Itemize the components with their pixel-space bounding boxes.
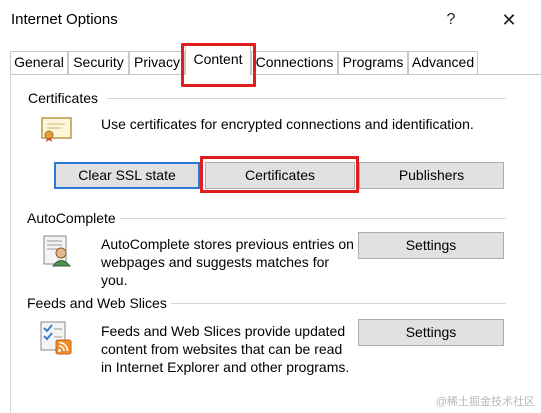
- tab-strip: General Security Privacy Content Connect…: [10, 45, 541, 75]
- autocomplete-group-label: AutoComplete: [27, 210, 120, 226]
- publishers-button[interactable]: Publishers: [359, 162, 504, 189]
- autocomplete-settings-button[interactable]: Settings: [358, 232, 504, 259]
- tab-connections[interactable]: Connections: [251, 51, 338, 74]
- close-button[interactable]: ✕: [495, 6, 523, 34]
- certificates-description: Use certificates for encrypted connectio…: [101, 116, 474, 132]
- feeds-group-label: Feeds and Web Slices: [27, 295, 171, 311]
- autocomplete-description: AutoComplete stores previous entries on …: [101, 235, 354, 289]
- feeds-settings-button[interactable]: Settings: [358, 319, 504, 346]
- window-title: Internet Options: [11, 11, 118, 28]
- feeds-description-line: content from websites that can be read: [101, 341, 343, 357]
- autocomplete-divider: [118, 218, 506, 219]
- autocomplete-icon: [43, 235, 73, 270]
- certificates-divider: [107, 98, 506, 99]
- tab-privacy[interactable]: Privacy: [129, 51, 185, 74]
- certificate-icon: [41, 115, 73, 146]
- help-button[interactable]: ?: [437, 6, 465, 34]
- clear-ssl-state-button[interactable]: Clear SSL state: [54, 162, 200, 189]
- feeds-description: Feeds and Web Slices provide updated con…: [101, 322, 349, 376]
- tab-general[interactable]: General: [10, 51, 68, 74]
- autocomplete-description-line: webpages and suggests matches for: [101, 254, 330, 270]
- feeds-divider: [163, 303, 506, 304]
- tab-programs[interactable]: Programs: [338, 51, 408, 74]
- autocomplete-description-line: you.: [101, 272, 128, 288]
- title-bar: Internet Options ? ✕: [0, 0, 541, 40]
- content-tab-highlight: [181, 43, 256, 87]
- autocomplete-description-line: AutoComplete stores previous entries on: [101, 236, 354, 252]
- feeds-icon: [40, 321, 74, 358]
- feeds-description-line: in Internet Explorer and other programs.: [101, 359, 350, 375]
- watermark: @稀土掘金技术社区: [435, 396, 535, 408]
- certificates-group-label: Certificates: [28, 90, 103, 106]
- tab-advanced[interactable]: Advanced: [408, 51, 478, 74]
- certificates-button-highlight: [200, 156, 359, 193]
- tab-security[interactable]: Security: [68, 51, 129, 74]
- feeds-description-line: Feeds and Web Slices provide updated: [101, 323, 346, 339]
